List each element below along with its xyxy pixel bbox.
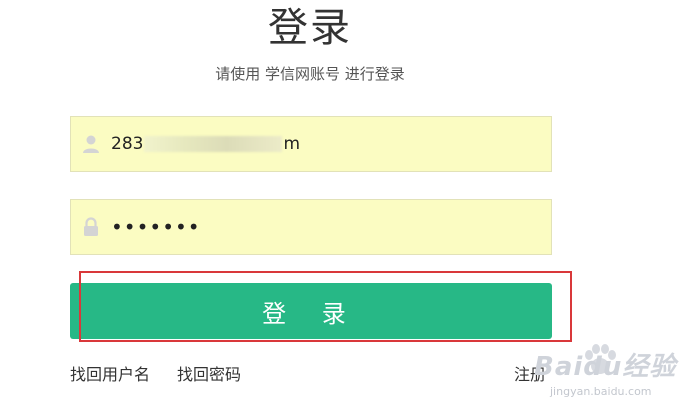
password-field[interactable]: ••••••• [70,199,552,255]
page-title: 登录 [268,5,352,51]
username-field[interactable]: 283 m [70,116,552,172]
baidu-jingyan-watermark: Baidu经验 jingyan.baidu.com [528,340,688,406]
page-subtitle: 请使用 学信网账号 进行登录 [215,65,405,83]
password-value[interactable]: ••••••• [111,215,511,239]
username-suffix: m [283,134,301,154]
username-value[interactable]: 283 m [111,134,511,154]
paw-icon [585,344,616,374]
lock-icon [81,216,101,238]
login-button[interactable]: 登 录 [70,283,552,339]
find-username-link[interactable]: 找回用户名 [70,365,150,385]
username-prefix: 283 [111,134,144,154]
user-icon [81,133,101,155]
login-page: 登录 请使用 学信网账号 进行登录 283 m ••••••• 登 录 找回用户名… [0,0,696,409]
watermark-url: jingyan.baidu.com [550,385,652,398]
find-password-link[interactable]: 找回密码 [177,365,241,385]
register-link[interactable]: 注册 [514,365,546,385]
watermark-brand: Baidu经验 [534,352,677,382]
blurred-username-segment [144,136,283,152]
